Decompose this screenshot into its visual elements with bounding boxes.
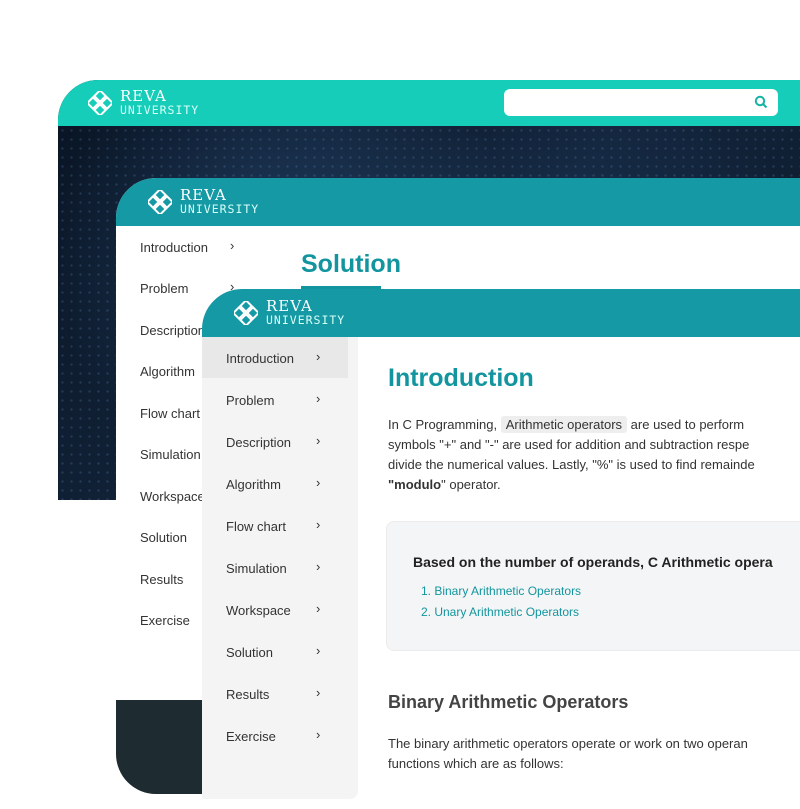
sidebar-item-solution[interactable]: Solution [226,645,273,660]
text: functions which are as follows: [388,756,564,771]
link-binary-operators[interactable]: 1. Binary Arithmetic Operators [421,584,581,598]
sidebar-item-flow-chart[interactable]: Flow chart [226,519,286,534]
sidebar-item-problem[interactable]: Problem [226,393,274,408]
sidebar-item-results[interactable]: Results [226,687,269,702]
sidebar-item-exercise[interactable]: Exercise [226,729,276,744]
brand-sub: UNIVERSITY [180,202,260,216]
highlight-keyword: Arithmetic operators [500,416,628,433]
reva-logo-icon [148,189,172,214]
sidebar-item-introduction[interactable]: Introduction [140,240,208,255]
chevron-right-icon: › [316,685,321,700]
text: In C Programming, [388,417,498,432]
chevron-right-icon: › [316,601,321,616]
chevron-right-icon: › [316,349,321,364]
sidebar-item-algorithm[interactable]: Algorithm [226,477,281,492]
section-title: Binary Arithmetic Operators [388,692,629,712]
info-card: Based on the number of operands, C Arith… [386,521,800,651]
reva-logo-icon [88,90,112,115]
brand-name: REVA [120,87,167,105]
sidebar-item-simulation[interactable]: Simulation [226,561,287,576]
chevron-right-icon: › [316,475,321,490]
section-paragraph: The binary arithmetic operators operate … [388,734,800,774]
brand-sub: UNIVERSITY [120,103,200,117]
link-unary-operators[interactable]: 2. Unary Arithmetic Operators [421,605,579,619]
sidebar-item-workspace[interactable]: Workspace [226,603,291,618]
sidebar-item-description[interactable]: Description [226,435,291,450]
chevron-right-icon: › [230,238,235,253]
brand-name: REVA [266,297,313,315]
text: divide the numerical values. Lastly, "%"… [388,457,755,472]
back-logo[interactable]: REVA UNIVERSITY [88,89,199,117]
sidebar-item-exercise[interactable]: Exercise [140,613,190,628]
page-title: Introduction [388,364,534,392]
sidebar-item-solution[interactable]: Solution [140,530,187,545]
sidebar-item-description[interactable]: Description [140,323,205,338]
reva-logo-icon [234,300,258,325]
chevron-right-icon: › [316,433,321,448]
text: are used to perform [630,417,745,432]
sidebar-item-introduction[interactable]: Introduction [226,351,294,366]
intro-paragraph: In C Programming, Arithmetic operators a… [388,415,800,495]
brand-sub: UNIVERSITY [266,313,346,327]
page-title: Solution [301,250,401,278]
chevron-right-icon: › [316,391,321,406]
chevron-right-icon: › [316,517,321,532]
sidebar-item-flow-chart[interactable]: Flow chart [140,406,200,421]
chevron-right-icon: › [316,727,321,742]
search-icon[interactable] [754,95,768,109]
front-logo[interactable]: REVA UNIVERSITY [234,299,345,327]
search-input[interactable] [504,89,778,116]
text: symbols "+" and "-" are used for additio… [388,437,750,452]
sidebar-item-results[interactable]: Results [140,572,183,587]
front-sidebar: Introduction › Problem › Description › A… [202,337,358,799]
sidebar-item-workspace[interactable]: Workspace [140,489,205,504]
card-title: Based on the number of operands, C Arith… [413,554,773,570]
brand-name: REVA [180,186,227,204]
text: " operator. [441,477,501,492]
middle-logo[interactable]: REVA UNIVERSITY [148,188,259,216]
sidebar-item-simulation[interactable]: Simulation [140,447,201,462]
chevron-right-icon: › [316,643,321,658]
sidebar-item-algorithm[interactable]: Algorithm [140,364,195,379]
chevron-right-icon: › [316,559,321,574]
bold-text: "modulo [388,477,442,492]
sidebar-item-problem[interactable]: Problem [140,281,188,296]
text: The binary arithmetic operators operate … [388,736,748,751]
front-window: REVA UNIVERSITY Introduction › Problem ›… [202,289,800,809]
